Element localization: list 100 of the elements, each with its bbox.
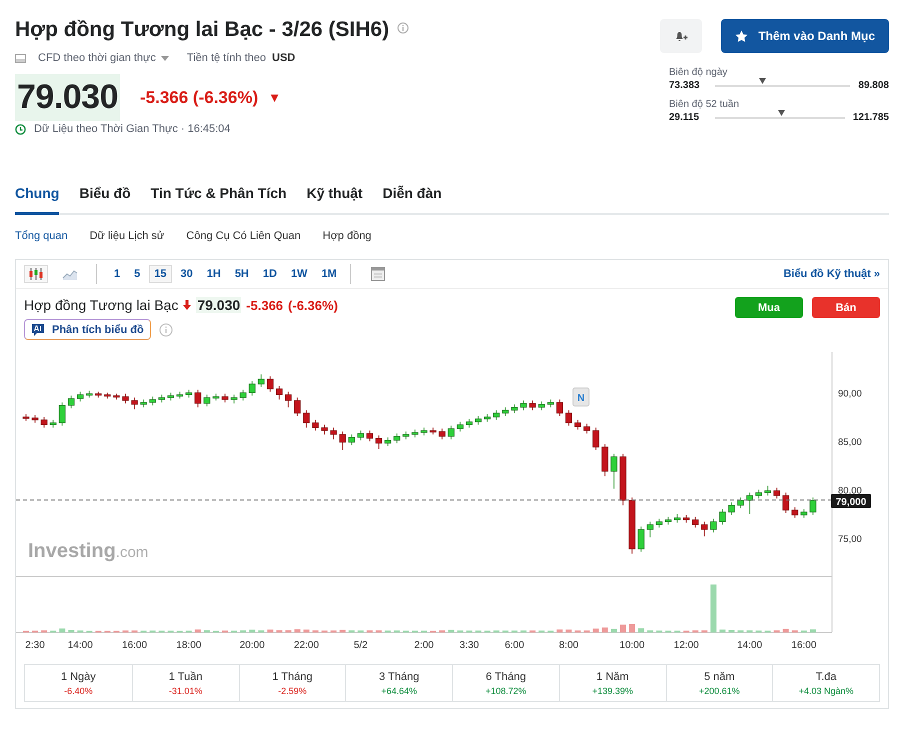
price-axis-label: 85,00 [838, 437, 862, 448]
period-change: +108.72% [484, 686, 528, 696]
data-type-dropdown[interactable]: CFD theo thời gian thực [38, 52, 169, 64]
interval-button[interactable]: 1 [109, 265, 126, 283]
candlestick [592, 427, 600, 450]
sub-tab[interactable]: Công Cụ Có Liên Quan [186, 230, 301, 242]
info-icon[interactable] [397, 22, 410, 34]
price-axis-label: 75,00 [838, 534, 862, 546]
price-axis-label: 80,00 [838, 486, 862, 497]
brand-watermark: Investing.com [28, 540, 148, 562]
period-label: 1 Năm [595, 671, 630, 683]
candlestick [565, 410, 572, 426]
time-axis-label: 12:00 [674, 640, 699, 651]
range-high: 121.785 [852, 112, 889, 123]
candlestick [248, 380, 256, 396]
candlestick [737, 496, 744, 509]
candlestick [529, 400, 536, 411]
period-change: -2.59% [277, 686, 308, 696]
sell-button[interactable]: Bán [812, 297, 880, 318]
candlestick [76, 391, 84, 402]
last-price-label: 79,000 [831, 494, 871, 508]
candlestick [764, 485, 772, 496]
sub-tab[interactable]: Hợp đồng [322, 230, 372, 242]
candlestick [204, 394, 210, 407]
timestamp: Dữ Liệu theo Thời Gian Thực · 16:45:04 [34, 123, 230, 135]
last-price: 79.030 [15, 74, 120, 121]
candlestick [40, 416, 48, 428]
candlestick [448, 425, 454, 440]
candlestick [728, 502, 735, 516]
range-label: Biên độ ngày [669, 67, 728, 78]
candlestick [556, 399, 563, 417]
candlestick [122, 393, 129, 404]
nav-tab[interactable]: Chung [15, 177, 60, 215]
candlestick [438, 428, 446, 440]
candlestick [276, 385, 283, 400]
candlestick-icon [28, 267, 44, 281]
nav-tab[interactable]: Tin Tức & Phân Tích [150, 177, 287, 215]
sub-tab[interactable]: Tổng quan [15, 230, 68, 242]
time-axis-label: 22:00 [294, 640, 319, 651]
add-to-watchlist-button[interactable]: Thêm vào Danh Mục [721, 19, 889, 53]
candlestick [701, 521, 708, 537]
candlestick [638, 526, 644, 552]
interval-button[interactable]: 1H [202, 265, 226, 283]
time-axis-label: 16:00 [791, 640, 816, 651]
interval-button[interactable]: 5 [129, 265, 146, 283]
time-axis-label: 6:00 [504, 640, 524, 651]
sub-tab[interactable]: Dữ liệu Lịch sử [90, 230, 164, 242]
info-icon[interactable] [158, 322, 173, 336]
candlestick [746, 492, 753, 514]
interval-button[interactable]: 1M [316, 265, 342, 283]
instrument-name: Hợp đồng Tương lai Bạc [24, 297, 178, 313]
candlestick [610, 453, 618, 490]
time-axis-label: 16:00 [122, 640, 148, 651]
candlestick [348, 434, 355, 446]
time-axis-label: 14:00 [737, 640, 762, 651]
time-axis-label: 8:00 [559, 640, 578, 651]
candlestick [375, 434, 382, 450]
candlestick [456, 421, 464, 432]
interval-button[interactable]: 30 [176, 265, 198, 283]
candlestick [584, 423, 590, 434]
time-axis-label: 2:30 [25, 640, 45, 651]
nav-tab[interactable]: Biểu đồ [79, 177, 131, 215]
trend-arrow: ▼ [268, 90, 281, 105]
period-change: +64.64% [380, 686, 418, 696]
candlestick [266, 376, 274, 392]
period-change: -6.40% [63, 686, 94, 696]
technical-chart-link[interactable]: Biểu đồ Kỹ thuật » [783, 268, 880, 280]
chart-percent: (-6.36%) [288, 298, 338, 312]
period-change: +4.03 Ngàn% [798, 686, 855, 696]
period-label: T.đa [814, 671, 838, 683]
period-label: 5 năm [703, 671, 736, 683]
alert-button[interactable] [660, 19, 702, 53]
range-high: 89.808 [858, 80, 889, 91]
period-label: 1 Tháng [271, 671, 314, 683]
interval-button[interactable]: 1D [258, 265, 282, 283]
price-change: -5.366 (-6.36%) [140, 88, 258, 108]
candlestick [394, 432, 400, 444]
nav-tab[interactable]: Kỹ thuật [306, 177, 363, 215]
candlestick [493, 410, 500, 420]
range-label: Biên độ 52 tuần [669, 99, 740, 110]
price-axis-label: 90,00 [838, 388, 862, 400]
time-axis-label: 18:00 [176, 640, 202, 651]
calendar-icon [370, 267, 385, 281]
candlestick [782, 492, 790, 514]
candlestick-chart-button[interactable] [24, 265, 48, 283]
star-icon [735, 30, 748, 42]
period-change: -31.01% [168, 686, 204, 696]
nav-tab[interactable]: Diễn đàn [382, 177, 442, 215]
candlestick [68, 395, 75, 409]
bell-plus-icon [674, 29, 688, 43]
interval-button[interactable]: 15 [149, 265, 172, 283]
candlestick [520, 400, 527, 411]
interval-button[interactable]: 1W [286, 265, 312, 283]
chart-analysis-button[interactable]: Phân tích biểu đồ [24, 319, 151, 340]
currency-label: Tiền tệ tính theo [186, 52, 266, 64]
candlestick [194, 389, 202, 408]
page-title: Hợp đồng Tương lai Bạc - 3/26 (SIH6) [15, 18, 390, 42]
interval-button[interactable]: 5H [230, 265, 254, 283]
candlestick [719, 508, 726, 526]
candlestick [321, 424, 328, 435]
